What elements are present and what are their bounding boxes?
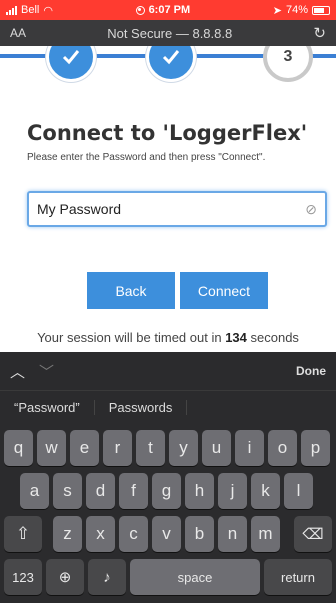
chevron-down-icon[interactable]: ﹀	[39, 361, 54, 382]
battery-icon	[312, 5, 330, 15]
location-icon: ➤	[272, 4, 282, 17]
key-h[interactable]: h	[185, 473, 214, 509]
password-value: My Password	[37, 201, 122, 217]
key-l[interactable]: l	[284, 473, 313, 509]
microphone-icon: ♪	[103, 568, 111, 586]
page-title: Connect to 'LoggerFlex'	[27, 121, 308, 145]
key-x[interactable]: x	[86, 516, 115, 552]
key-d[interactable]: d	[86, 473, 115, 509]
back-button[interactable]: Back	[87, 272, 175, 309]
clock-label: 6:07 PM	[148, 4, 191, 16]
signal-icon	[6, 5, 17, 15]
hide-password-icon[interactable]: ⊘	[305, 201, 317, 218]
key-a[interactable]: a	[20, 473, 49, 509]
key-j[interactable]: j	[218, 473, 247, 509]
key-area: q w e r t y u i o p a s d f g h j k l ⇧ …	[0, 424, 336, 603]
text-size-button[interactable]: AA	[10, 26, 26, 40]
return-key[interactable]: return	[264, 559, 332, 595]
carrier-label: Bell	[21, 4, 40, 16]
shift-icon: ⇧	[15, 524, 31, 543]
key-w[interactable]: w	[37, 430, 66, 466]
done-button[interactable]: Done	[296, 364, 326, 378]
timeout-prefix: Your session will be timed out in	[37, 330, 226, 345]
key-k[interactable]: k	[251, 473, 280, 509]
suggestion-item[interactable]: Passwords	[95, 400, 188, 415]
url-field[interactable]: Not Secure — 8.8.8.8	[107, 26, 232, 41]
key-f[interactable]: f	[119, 473, 148, 509]
key-c[interactable]: c	[119, 516, 148, 552]
wifi-icon: ◠	[43, 4, 53, 17]
key-p[interactable]: p	[301, 430, 330, 466]
key-b[interactable]: b	[185, 516, 214, 552]
globe-key[interactable]: ⊕	[46, 559, 84, 595]
checkmark-icon	[62, 50, 80, 65]
space-key[interactable]: space	[130, 559, 260, 595]
backspace-icon: ⌫	[302, 526, 324, 543]
numbers-key[interactable]: 123	[4, 559, 42, 595]
chevron-up-icon[interactable]: ︿	[10, 361, 25, 382]
key-z[interactable]: z	[53, 516, 82, 552]
step-3-label: 3	[283, 48, 293, 65]
suggestion-item[interactable]: “Password”	[0, 400, 95, 415]
step-2-complete	[146, 46, 196, 82]
key-t[interactable]: t	[136, 430, 165, 466]
key-o[interactable]: o	[268, 430, 297, 466]
key-n[interactable]: n	[218, 516, 247, 552]
key-g[interactable]: g	[152, 473, 181, 509]
timeout-seconds: 134	[225, 330, 247, 345]
key-u[interactable]: u	[202, 430, 231, 466]
connect-button[interactable]: Connect	[180, 272, 268, 309]
battery-percent: 74%	[285, 4, 308, 16]
suggestion-bar: “Password” Passwords	[0, 390, 336, 424]
key-q[interactable]: q	[4, 430, 33, 466]
browser-address-bar[interactable]: AA Not Secure — 8.8.8.8 ↻	[0, 20, 336, 46]
key-s[interactable]: s	[53, 473, 82, 509]
checkmark-icon	[162, 50, 180, 65]
password-input[interactable]: My Password ⊘	[27, 191, 327, 227]
reload-icon[interactable]: ↻	[313, 24, 326, 42]
key-m[interactable]: m	[251, 516, 280, 552]
keyboard: ︿ ﹀ Done “Password” Passwords q w e r t …	[0, 352, 336, 603]
step-1-complete	[46, 46, 96, 82]
key-i[interactable]: i	[235, 430, 264, 466]
session-timeout-text: Your session will be timed out in 134 se…	[0, 330, 336, 345]
key-v[interactable]: v	[152, 516, 181, 552]
delete-key[interactable]: ⌫	[294, 516, 332, 552]
timeout-suffix: seconds	[246, 330, 299, 345]
dictation-key[interactable]: ♪	[88, 559, 126, 595]
key-r[interactable]: r	[103, 430, 132, 466]
step-3-current: 3	[263, 46, 313, 82]
key-y[interactable]: y	[169, 430, 198, 466]
progress-steps: 3	[0, 46, 336, 100]
shift-key[interactable]: ⇧	[4, 516, 42, 552]
globe-icon: ⊕	[58, 569, 72, 586]
keyboard-accessory-bar: ︿ ﹀ Done	[0, 352, 336, 390]
page-subtitle: Please enter the Password and then press…	[27, 152, 266, 163]
status-bar: Bell ◠ 6:07 PM ➤ 74%	[0, 0, 336, 20]
key-e[interactable]: e	[70, 430, 99, 466]
recording-icon	[135, 5, 145, 15]
